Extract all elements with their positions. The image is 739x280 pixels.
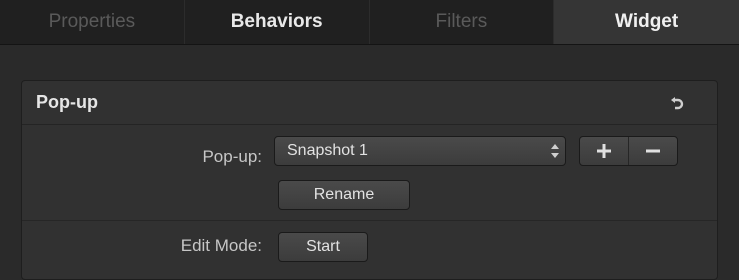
tab-behaviors[interactable]: Behaviors	[185, 0, 370, 44]
plus-icon[interactable]	[580, 137, 628, 165]
tab-properties[interactable]: Properties	[0, 0, 185, 44]
tab-filters[interactable]: Filters	[370, 0, 555, 44]
edit-mode-label: Edit Mode:	[180, 236, 262, 255]
panel-header: Pop-up	[22, 81, 717, 125]
start-button[interactable]: Start	[278, 232, 368, 262]
minus-icon[interactable]	[629, 137, 677, 165]
rename-button[interactable]: Rename	[278, 180, 410, 210]
add-remove-snapshot-control	[579, 136, 678, 166]
row-divider	[22, 220, 717, 221]
snapshot-popup-value: Snapshot 1	[287, 142, 368, 159]
panel-title: Pop-up	[36, 92, 98, 112]
popup-field-label: Pop-up:	[202, 147, 262, 166]
inspector-tab-bar: Properties Behaviors Filters Widget	[0, 0, 739, 45]
snapshot-popup-select[interactable]: Snapshot 1	[274, 136, 566, 166]
tab-widget[interactable]: Widget	[554, 0, 739, 44]
popup-panel: Pop-up Pop-up: Snapshot 1 Rename Edit Mo…	[21, 80, 718, 280]
reset-arrow-icon[interactable]	[665, 92, 687, 114]
up-down-arrows-icon	[545, 143, 565, 159]
